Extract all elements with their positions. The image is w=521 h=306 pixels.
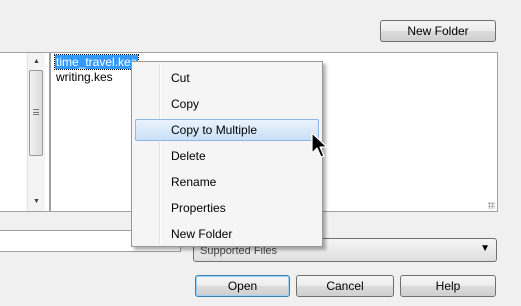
grip-icon: [33, 109, 39, 115]
open-button[interactable]: Open: [195, 275, 290, 297]
context-menu: Cut Copy Copy to Multiple Delete Rename …: [131, 61, 323, 247]
mouse-pointer-icon: [311, 132, 328, 158]
file-item-time-travel[interactable]: time_travel.kes: [54, 54, 139, 70]
menu-item-new-folder[interactable]: New Folder: [135, 223, 319, 245]
help-button[interactable]: Help: [400, 275, 496, 297]
vertical-scrollbar[interactable]: ▲ ▼: [27, 53, 45, 211]
menu-item-properties[interactable]: Properties: [135, 197, 319, 219]
scroll-thumb[interactable]: [29, 70, 43, 156]
scroll-down-arrow-icon[interactable]: ▼: [28, 193, 45, 210]
scroll-up-arrow-icon[interactable]: ▲: [28, 53, 45, 70]
menu-item-delete[interactable]: Delete: [135, 145, 319, 167]
menu-item-cut[interactable]: Cut: [135, 67, 319, 89]
resize-grip-icon: [488, 202, 495, 209]
menu-item-rename[interactable]: Rename: [135, 171, 319, 193]
menu-item-copy[interactable]: Copy: [135, 93, 319, 115]
chevron-down-icon: ▼: [480, 243, 490, 254]
new-folder-button[interactable]: New Folder: [380, 20, 496, 42]
menu-item-copy-to-multiple[interactable]: Copy to Multiple: [135, 119, 319, 141]
cancel-button[interactable]: Cancel: [296, 275, 394, 297]
file-item-writing[interactable]: writing.kes: [55, 70, 114, 84]
